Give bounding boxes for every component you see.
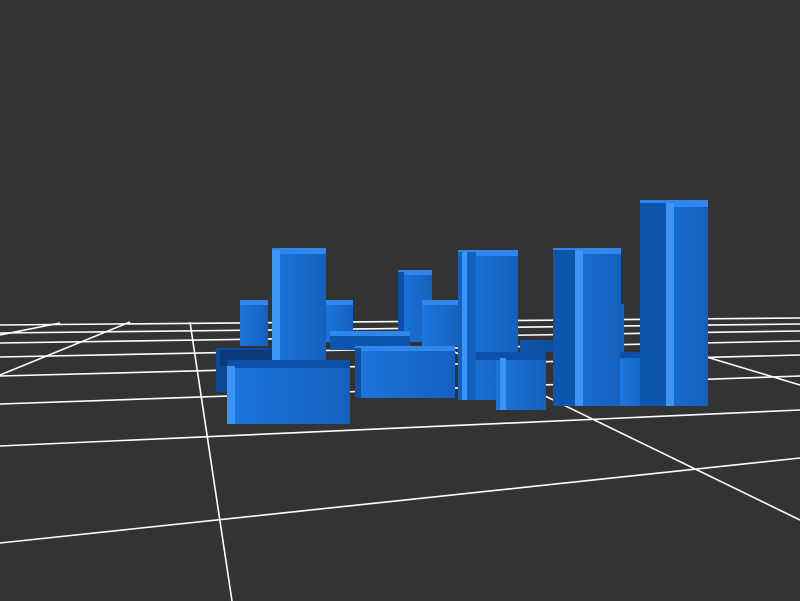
piece-center-tall xyxy=(458,250,546,410)
3d-viewport[interactable] xyxy=(0,0,800,601)
piece-right-u xyxy=(553,200,708,406)
scene-canvas xyxy=(0,200,800,601)
